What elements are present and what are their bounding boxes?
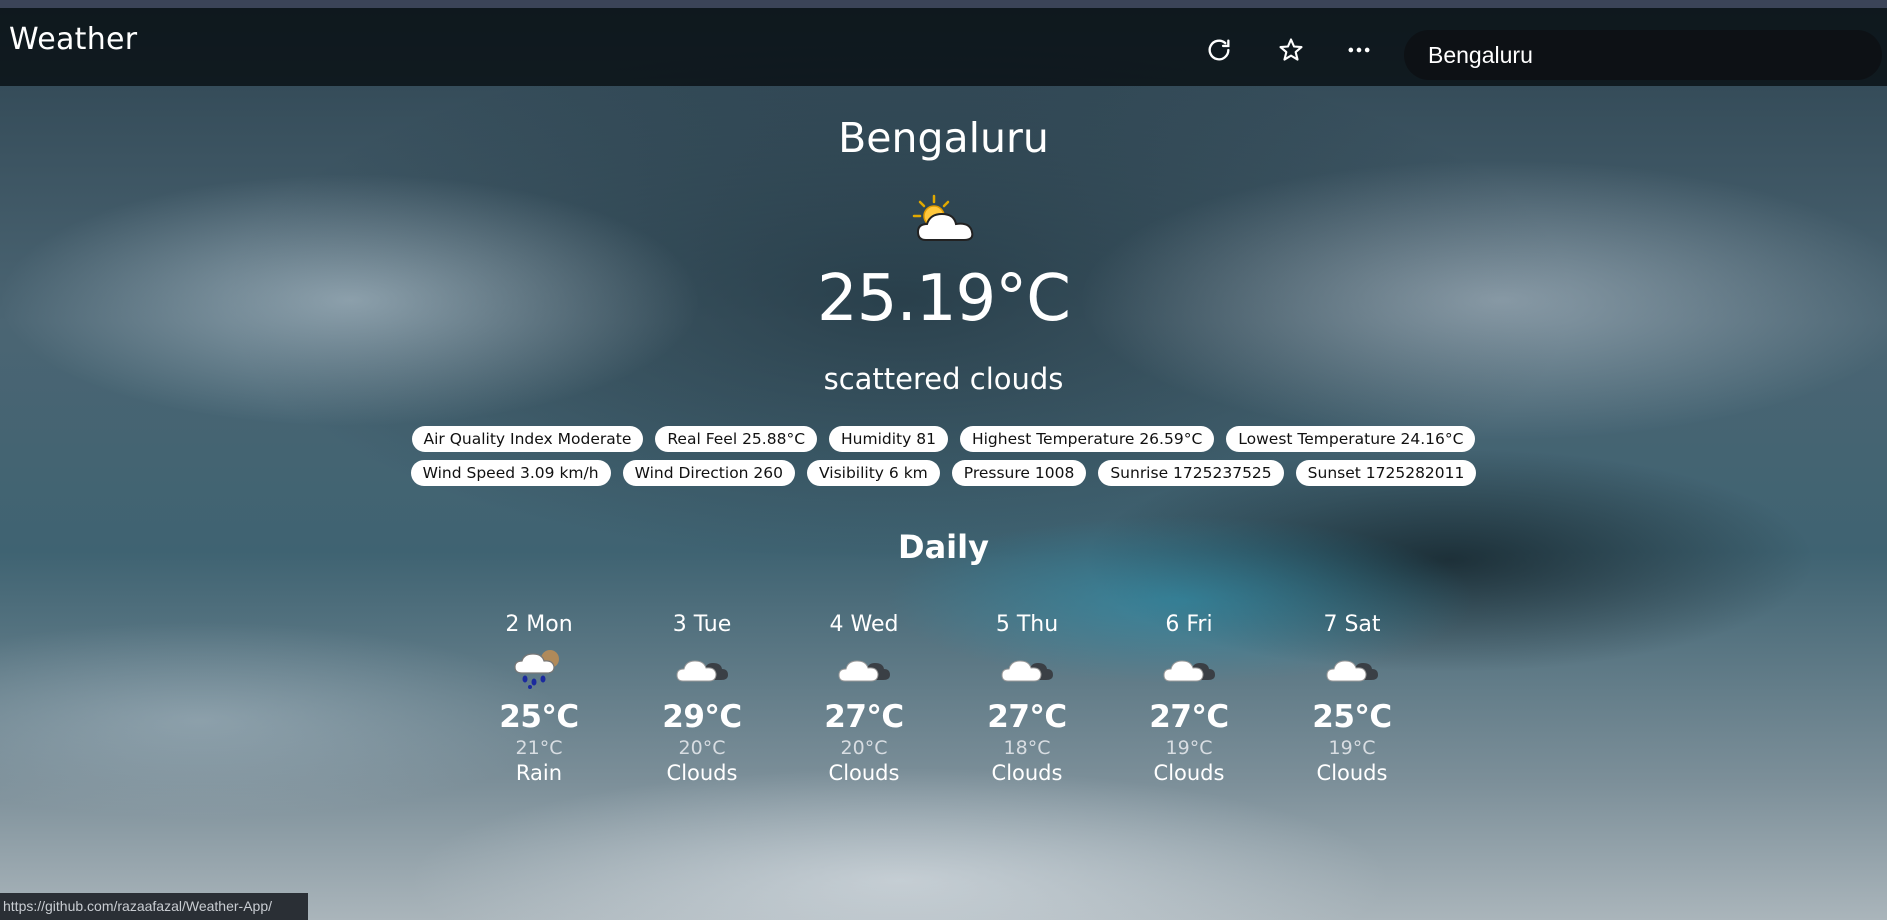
detail-pill-wind-speed: Wind Speed 3.09 km/h — [410, 460, 611, 486]
clouds-icon — [838, 660, 890, 682]
daily-forecast-card: 6 Fri 27°C 19°C Clouds — [1119, 612, 1259, 785]
detail-pill-real-feel: Real Feel 25.88°C — [655, 426, 818, 452]
daily-forecast-card: 7 Sat 25°C 19°C Clouds — [1282, 612, 1422, 785]
forecast-condition: Rain — [515, 761, 563, 785]
forecast-condition: Clouds — [828, 761, 900, 785]
daily-forecast-card: 4 Wed 27°C 20°C Clouds — [794, 612, 934, 785]
navbar: Weather — [0, 8, 1887, 86]
daily-section-title: Daily — [898, 528, 989, 566]
current-temperature: 25.19°C — [817, 262, 1071, 336]
more-button[interactable] — [1337, 28, 1381, 72]
sun-behind-cloud-icon — [912, 194, 974, 241]
forecast-max-temp: 25°C — [499, 699, 579, 735]
details-row-2: Wind Speed 3.09 km/h Wind Direction 260 … — [0, 460, 1887, 486]
weather-description: scattered clouds — [823, 362, 1064, 396]
refresh-button[interactable] — [1197, 28, 1241, 72]
forecast-max-temp: 27°C — [987, 699, 1067, 735]
status-bar-url: https://github.com/razaafazal/Weather-Ap… — [0, 893, 308, 920]
daily-forecast-card: 2 Mon 25°C 21°C Rain — [469, 612, 609, 785]
detail-pill-pressure: Pressure 1008 — [951, 460, 1087, 486]
forecast-max-temp: 25°C — [1312, 699, 1392, 735]
window-top-strip — [0, 0, 1887, 8]
more-icon — [1348, 47, 1370, 53]
refresh-icon — [1208, 39, 1230, 61]
detail-pill-sunrise: Sunrise 1725237525 — [1098, 460, 1284, 486]
forecast-condition: Clouds — [991, 761, 1063, 785]
daily-forecast-card: 5 Thu 27°C 18°C Clouds — [957, 612, 1097, 785]
star-icon — [1279, 38, 1303, 61]
forecast-min-temp: 19°C — [1328, 737, 1376, 759]
forecast-max-temp: 27°C — [824, 699, 904, 735]
detail-pill-highest-temperature: Highest Temperature 26.59°C — [959, 426, 1215, 452]
forecast-min-temp: 18°C — [1003, 737, 1051, 759]
rain-cloud-icon — [514, 650, 559, 689]
favorite-button[interactable] — [1269, 28, 1313, 72]
forecast-min-temp: 20°C — [840, 737, 888, 759]
forecast-min-temp: 20°C — [678, 737, 726, 759]
detail-pill-sunset: Sunset 1725282011 — [1295, 460, 1477, 486]
forecast-max-temp: 27°C — [1149, 699, 1229, 735]
forecast-day: 6 Fri — [1165, 612, 1213, 637]
forecast-day: 4 Wed — [829, 612, 899, 637]
forecast-day: 5 Thu — [995, 612, 1059, 637]
forecast-condition: Clouds — [1316, 761, 1388, 785]
details-row-1: Air Quality Index Moderate Real Feel 25.… — [0, 426, 1887, 452]
search-input[interactable] — [1426, 40, 1860, 70]
forecast-day: 7 Sat — [1323, 612, 1381, 637]
city-name: Bengaluru — [838, 114, 1049, 162]
clouds-icon — [1326, 660, 1378, 682]
forecast-day: 3 Tue — [672, 612, 732, 637]
detail-pill-lowest-temperature: Lowest Temperature 24.16°C — [1226, 426, 1476, 452]
clouds-icon — [1001, 660, 1053, 682]
forecast-condition: Clouds — [666, 761, 738, 785]
app-brand[interactable]: Weather — [9, 22, 137, 57]
detail-pill-wind-direction: Wind Direction 260 — [622, 460, 796, 486]
forecast-day: 2 Mon — [505, 612, 573, 637]
forecast-max-temp: 29°C — [662, 699, 742, 735]
daily-forecast-card: 3 Tue 29°C 20°C Clouds — [632, 612, 772, 785]
forecast-min-temp: 19°C — [1165, 737, 1213, 759]
detail-pill-humidity: Humidity 81 — [829, 426, 948, 452]
forecast-condition: Clouds — [1153, 761, 1225, 785]
clouds-icon — [676, 660, 728, 682]
search-box[interactable] — [1404, 30, 1882, 80]
detail-pill-visibility: Visibility 6 km — [807, 460, 940, 486]
forecast-min-temp: 21°C — [515, 737, 563, 759]
detail-pill-air-quality: Air Quality Index Moderate — [411, 426, 644, 452]
clouds-icon — [1163, 660, 1215, 682]
